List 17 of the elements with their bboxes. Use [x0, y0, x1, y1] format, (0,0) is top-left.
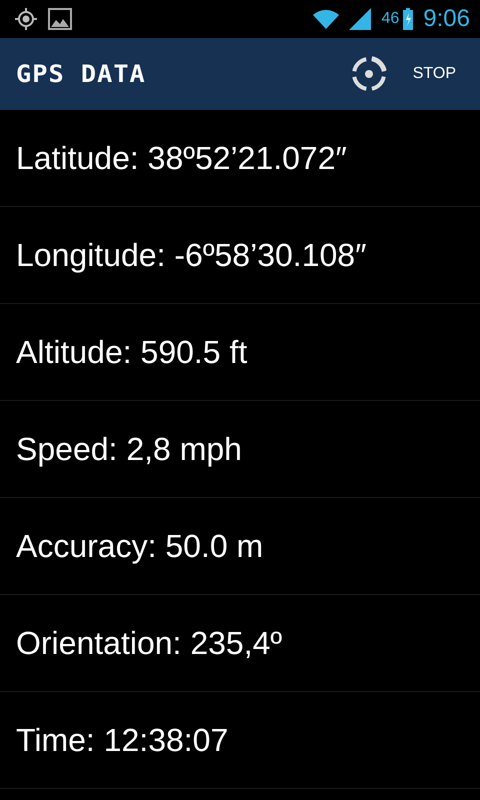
stop-button[interactable]: STOP [412, 57, 456, 91]
data-reading: Speed: 2,8 mph [16, 430, 242, 468]
data-reading: Latitude: 38º52’21.072″ [16, 140, 347, 176]
image-icon [48, 8, 72, 30]
data-reading: Longitude: -6º58’30.108″ [16, 236, 366, 274]
signal-icon [349, 8, 372, 30]
clock: 9:06 [423, 5, 470, 33]
locate-icon[interactable] [350, 56, 387, 92]
wifi-icon [313, 9, 340, 29]
data-reading: Altitude: 590.5 ft [16, 334, 248, 370]
app-title: GPS DATA [16, 60, 146, 88]
battery-icon [403, 8, 414, 30]
data-reading: Accuracy: 50.0 m [16, 528, 264, 564]
data-reading: Orientation: 235,4º [16, 624, 282, 662]
gps-icon [14, 7, 38, 31]
network-type: 46 [381, 10, 400, 28]
data-reading: Time: 12:38:07 [16, 722, 228, 758]
